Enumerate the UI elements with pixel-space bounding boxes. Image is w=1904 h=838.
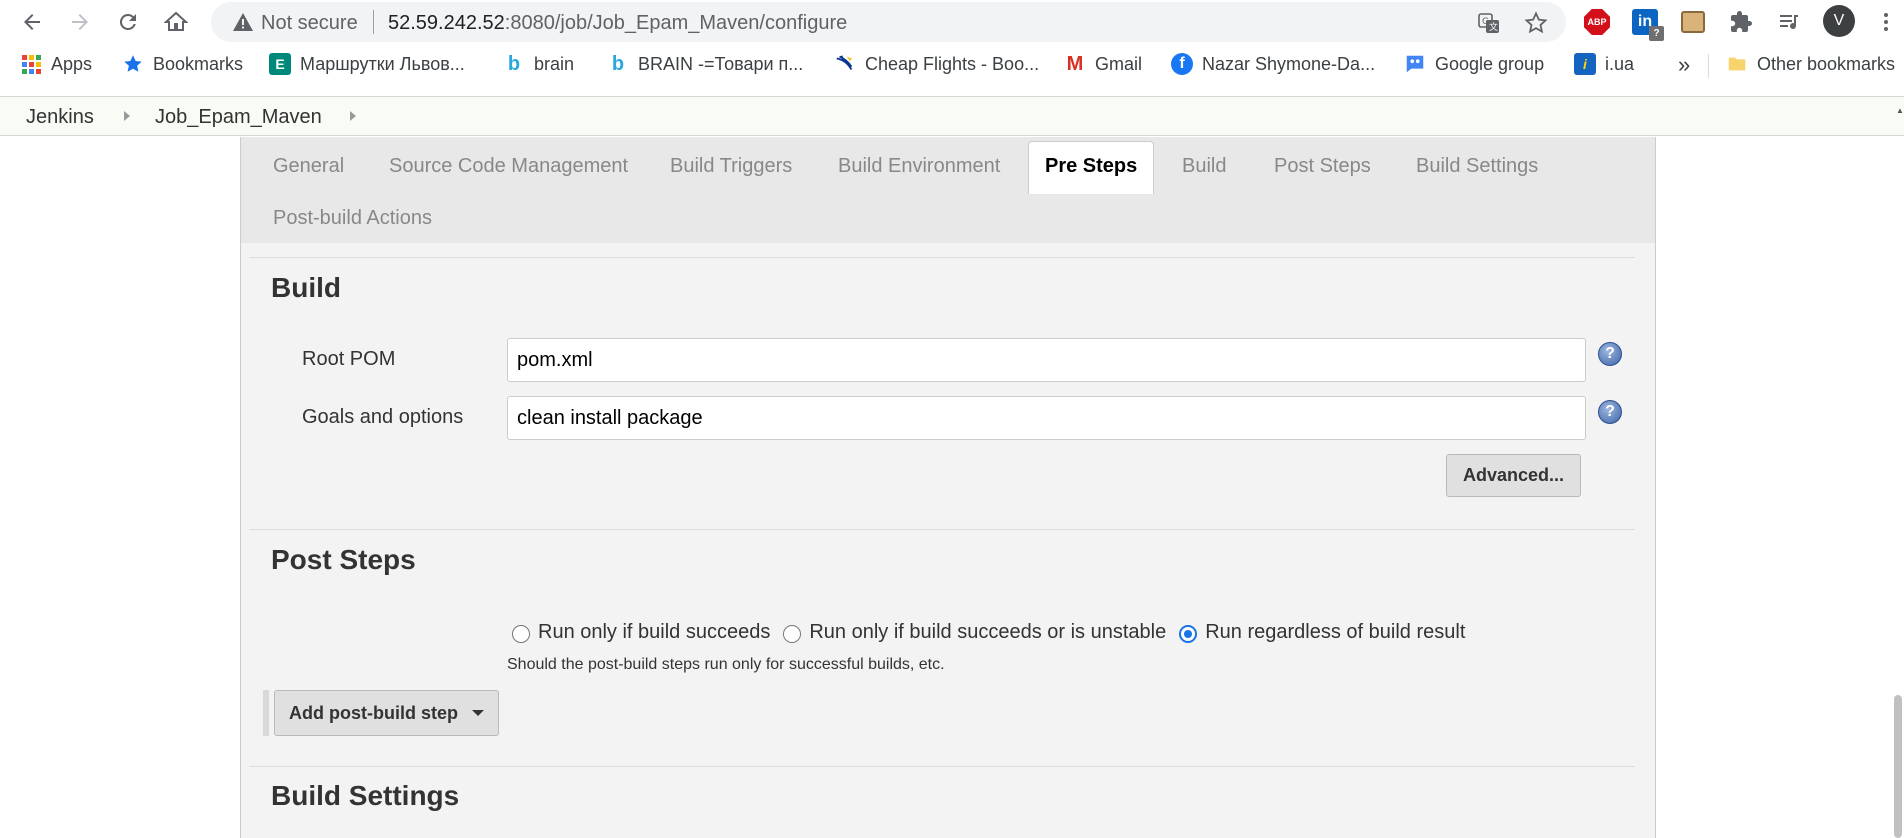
url-path: :8080/job/Job_Epam_Maven/configure xyxy=(504,12,848,34)
radio-button[interactable] xyxy=(783,624,802,643)
bookmark-iua[interactable]: i i.ua xyxy=(1574,52,1634,76)
tab-post-steps[interactable]: Post Steps xyxy=(1274,155,1371,178)
security-label: Not secure xyxy=(261,12,358,34)
breadcrumb-jenkins[interactable]: Jenkins xyxy=(26,106,94,129)
bookmark-other[interactable]: Other bookmarks xyxy=(1726,52,1895,76)
advanced-button[interactable]: Advanced... xyxy=(1446,454,1581,497)
breadcrumb: Jenkins Job_Epam_Maven xyxy=(0,96,1904,136)
radio-run-if-succeeds-or-unstable[interactable]: Run only if build succeeds or is unstabl… xyxy=(783,621,1166,644)
section-divider xyxy=(249,529,1635,530)
add-step-accent-bar xyxy=(263,690,269,736)
url-text[interactable]: 52.59.242.52:8080/job/Job_Epam_Maven/con… xyxy=(388,12,847,35)
puzzle-icon[interactable] xyxy=(1726,7,1756,37)
tab-divider xyxy=(249,257,1635,258)
root-pom-label: Root POM xyxy=(302,348,396,370)
star-icon xyxy=(122,53,144,75)
omnibox-divider xyxy=(373,10,374,34)
bookmark-cheap-flights[interactable]: Cheap Flights - Boo... xyxy=(834,52,1039,76)
tab-general[interactable]: General xyxy=(273,155,344,178)
home-icon[interactable] xyxy=(160,6,192,38)
folder-icon xyxy=(1726,53,1748,75)
gmail-icon: M xyxy=(1066,52,1084,75)
breadcrumb-arrow-icon[interactable] xyxy=(350,111,356,121)
box-extension-icon[interactable] xyxy=(1678,7,1708,37)
back-icon[interactable] xyxy=(16,6,48,38)
section-title-build: Build xyxy=(271,272,341,303)
warning-icon[interactable] xyxy=(232,12,254,32)
goals-input[interactable] xyxy=(507,396,1586,440)
tab-post-build-actions[interactable]: Post-build Actions xyxy=(273,207,432,230)
goals-label: Goals and options xyxy=(302,406,464,428)
bookmark-brain-tovary[interactable]: b BRAIN -=Товари п... xyxy=(607,52,803,76)
breadcrumb-arrow-icon[interactable] xyxy=(124,111,130,121)
tab-build[interactable]: Build xyxy=(1182,155,1226,178)
tab-pre-steps[interactable]: Pre Steps xyxy=(1028,141,1155,194)
bookmarks-bar: Apps Bookmarks E Маршрутки Львов... b br… xyxy=(0,43,1904,85)
bookmark-facebook[interactable]: f Nazar Shymone-Da... xyxy=(1171,52,1375,76)
post-steps-hint: Should the post-build steps run only for… xyxy=(507,656,945,673)
help-icon[interactable]: ? xyxy=(1598,342,1622,366)
google-groups-icon xyxy=(1404,53,1426,75)
breadcrumb-job[interactable]: Job_Epam_Maven xyxy=(155,106,322,129)
radio-button[interactable] xyxy=(512,624,530,643)
section-title-build-settings: Build Settings xyxy=(271,780,460,811)
bookmark-brain[interactable]: b brain xyxy=(503,52,574,76)
bookmark-google-group[interactable]: Google group xyxy=(1404,52,1544,76)
config-panel: General Source Code Management Build Tri… xyxy=(240,137,1656,838)
bookmark-gmail[interactable]: M Gmail xyxy=(1064,52,1142,76)
media-icon[interactable] xyxy=(1774,7,1804,37)
post-steps-condition-group: Run only if build succeeds Run only if b… xyxy=(512,617,1478,647)
tab-build-environment[interactable]: Build Environment xyxy=(838,155,1000,178)
config-tabbar: General Source Code Management Build Tri… xyxy=(241,137,1655,243)
reload-icon[interactable] xyxy=(112,6,144,38)
b-icon: b xyxy=(611,52,625,75)
help-icon[interactable]: ? xyxy=(1598,400,1622,424)
bookmark-apps[interactable]: Apps xyxy=(20,52,92,76)
bookmark-marshrutky[interactable]: E Маршрутки Львов... xyxy=(269,52,465,76)
e-icon: E xyxy=(269,53,291,75)
radio-run-regardless[interactable]: Run regardless of build result xyxy=(1179,621,1465,644)
translate-icon[interactable]: G文 xyxy=(1477,11,1501,35)
svg-text:文: 文 xyxy=(1489,21,1498,33)
bookmark-bookmarks[interactable]: Bookmarks xyxy=(122,52,243,76)
iua-icon: i xyxy=(1574,53,1596,75)
forward-icon[interactable] xyxy=(64,6,96,38)
tab-build-triggers[interactable]: Build Triggers xyxy=(670,155,792,178)
url-host: 52.59.242.52 xyxy=(388,12,505,34)
scroll-up-icon[interactable]: ▲ xyxy=(1896,106,1904,115)
browser-toolbar: Not secure 52.59.242.52:8080/job/Job_Epa… xyxy=(0,0,1904,43)
radio-button-checked[interactable] xyxy=(1179,624,1198,643)
tab-build-settings[interactable]: Build Settings xyxy=(1416,155,1538,178)
tab-source-code-management[interactable]: Source Code Management xyxy=(389,155,628,178)
page-scrollbar-thumb[interactable] xyxy=(1894,695,1902,838)
address-bar[interactable]: Not secure 52.59.242.52:8080/job/Job_Epa… xyxy=(211,2,1566,42)
facebook-icon: f xyxy=(1171,53,1193,75)
b-icon: b xyxy=(507,52,521,75)
linkedin-icon[interactable]: in? xyxy=(1630,7,1664,41)
ryanair-icon xyxy=(834,53,856,75)
apps-grid-icon xyxy=(20,53,42,75)
menu-icon[interactable] xyxy=(1874,8,1898,36)
bookmarks-separator xyxy=(1708,54,1709,78)
avatar[interactable]: V xyxy=(1823,5,1855,37)
star-icon[interactable] xyxy=(1524,11,1548,35)
chevron-down-icon xyxy=(471,710,484,716)
root-pom-input[interactable] xyxy=(507,338,1586,382)
add-post-build-step-button[interactable]: Add post-build step xyxy=(274,690,499,736)
section-title-post-steps: Post Steps xyxy=(271,544,416,575)
bookmarks-overflow-button[interactable]: » xyxy=(1678,52,1690,78)
section-divider xyxy=(249,766,1635,767)
radio-run-if-succeeds[interactable]: Run only if build succeeds xyxy=(512,621,770,644)
adblock-icon[interactable]: ABP xyxy=(1582,7,1612,37)
